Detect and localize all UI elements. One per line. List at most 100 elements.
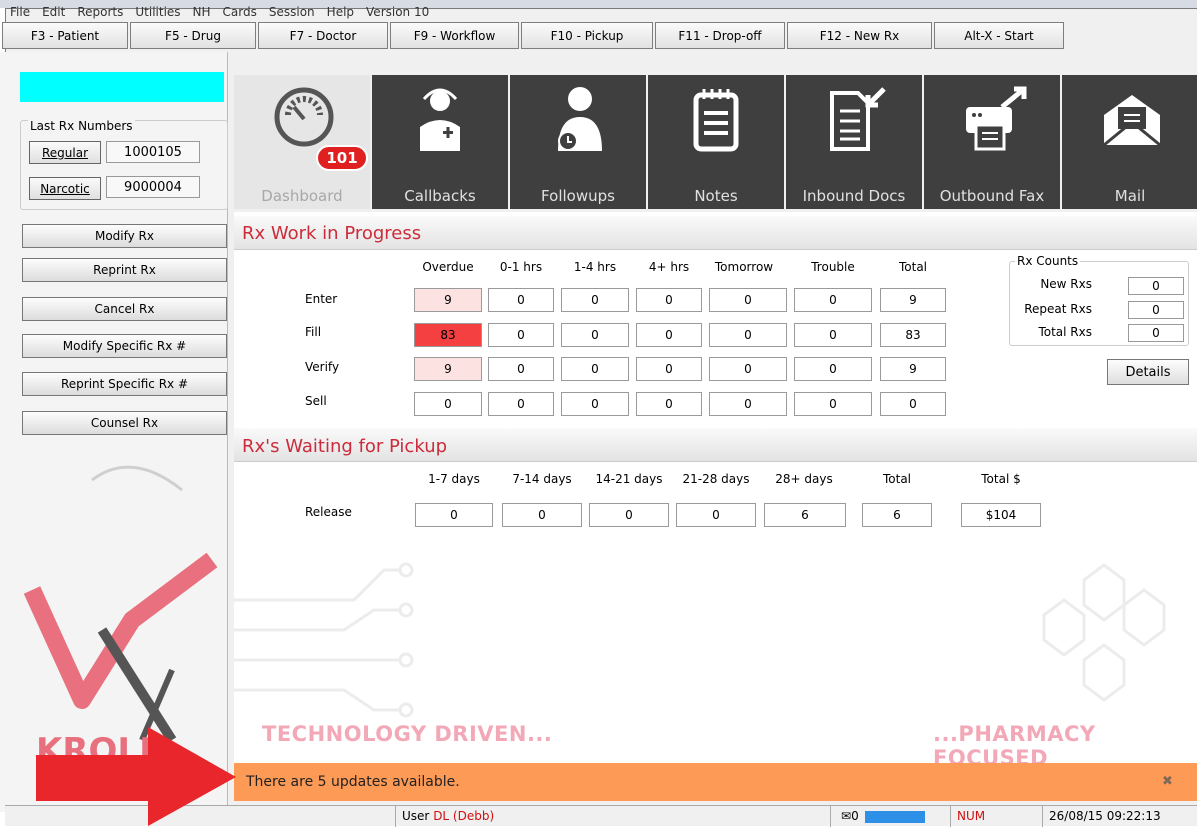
wip-cell[interactable]: 0 (636, 392, 702, 416)
wip-cell[interactable]: 0 (709, 323, 787, 347)
wip-col-header: Overdue (422, 260, 474, 274)
menu-bar: File Edit Reports Utilities NH Cards Ses… (4, 2, 435, 22)
tile-notes[interactable]: Notes (648, 75, 784, 209)
f10-pickup-button[interactable]: F10 - Pickup (521, 22, 653, 49)
menu-cards[interactable]: Cards (217, 2, 263, 22)
pickup-cell[interactable]: 0 (502, 503, 582, 527)
pickup-cell[interactable]: $104 (961, 503, 1041, 527)
wip-cell[interactable]: 9 (880, 288, 946, 312)
rx-counts-title: Rx Counts (1015, 254, 1081, 268)
wip-cell[interactable]: 0 (488, 357, 554, 381)
wip-cell[interactable]: 9 (414, 288, 482, 312)
user-name: DL (Debb) (433, 809, 495, 823)
wip-cell[interactable]: 0 (561, 357, 629, 381)
pickup-cell[interactable]: 6 (764, 503, 846, 527)
wip-cell[interactable]: 0 (709, 392, 787, 416)
alt-x-start-button[interactable]: Alt-X - Start (934, 22, 1064, 49)
f9-workflow-button[interactable]: F9 - Workflow (390, 22, 519, 49)
fax-icon (966, 86, 1027, 151)
new-rxs-value: 0 (1128, 277, 1184, 295)
pickup-cell[interactable]: 0 (589, 503, 669, 527)
f5-drug-button[interactable]: F5 - Drug (130, 22, 256, 49)
counsel-rx-button[interactable]: Counsel Rx (22, 411, 227, 435)
update-message[interactable]: There are 5 updates available. (246, 774, 460, 790)
tile-mail[interactable]: Mail (1062, 75, 1197, 209)
wip-cell[interactable]: 9 (414, 357, 482, 381)
pickup-col-header: 21-28 days (682, 472, 750, 486)
tile-label: Mail (1114, 187, 1146, 205)
wip-col-header: Trouble (811, 260, 855, 274)
wip-cell[interactable]: 0 (414, 392, 482, 416)
cancel-rx-button[interactable]: Cancel Rx (22, 297, 227, 321)
tile-dashboard[interactable]: Dashboard (234, 75, 370, 209)
narcotic-button[interactable]: Narcotic (29, 177, 101, 200)
last-rx-title: Last Rx Numbers (28, 119, 135, 133)
f12-new-rx-button[interactable]: F12 - New Rx (787, 22, 932, 49)
wip-cell[interactable]: 0 (488, 288, 554, 312)
wip-cell[interactable]: 0 (794, 288, 872, 312)
menu-session[interactable]: Session (263, 2, 321, 22)
tile-label: Dashboard (261, 187, 343, 205)
doctor-icon (420, 88, 460, 151)
pickup-cell[interactable]: 0 (415, 503, 493, 527)
total-rxs-label: Total Rxs (1038, 325, 1092, 339)
pickup-col-header: Total (882, 472, 912, 486)
mail-icon: ✉ (841, 809, 852, 823)
document-in-icon (830, 87, 886, 151)
wip-cell[interactable]: 0 (709, 357, 787, 381)
tile-callbacks[interactable]: Callbacks (372, 75, 508, 209)
progress-bar (864, 810, 925, 823)
wip-cell[interactable]: 0 (636, 323, 702, 347)
pickup-cell[interactable]: 0 (676, 503, 756, 527)
wip-cell[interactable]: 0 (561, 323, 629, 347)
wip-cell[interactable]: 0 (636, 288, 702, 312)
wip-cell[interactable]: 0 (561, 392, 629, 416)
total-rxs-value: 0 (1128, 324, 1184, 342)
close-icon[interactable]: ✖ (1162, 774, 1173, 789)
regular-button[interactable]: Regular (29, 141, 101, 164)
wip-cell[interactable]: 83 (414, 323, 482, 347)
modify-rx-button[interactable]: Modify Rx (22, 224, 227, 248)
tile-label: Notes (694, 187, 738, 205)
wip-col-header: 4+ hrs (648, 260, 690, 274)
tile-inbound-docs[interactable]: Inbound Docs (786, 75, 922, 209)
menu-reports[interactable]: Reports (71, 2, 129, 22)
reprint-rx-button[interactable]: Reprint Rx (22, 258, 227, 282)
new-rxs-label: New Rxs (1040, 277, 1092, 291)
dashboard-tiles: Dashboard Callbacks Followups Notes Inbo… (234, 75, 1197, 209)
menu-help[interactable]: Help (321, 2, 360, 22)
tile-outbound-fax[interactable]: Outbound Fax (924, 75, 1060, 209)
wip-cell[interactable]: 0 (488, 392, 554, 416)
envelope-icon (1103, 95, 1161, 147)
menu-edit[interactable]: Edit (36, 2, 71, 22)
patient-search-box[interactable] (20, 72, 224, 102)
modify-specific-rx-button[interactable]: Modify Specific Rx # (22, 334, 227, 358)
f3-patient-button[interactable]: F3 - Patient (2, 22, 128, 49)
pickup-header: Rx's Waiting for Pickup (234, 428, 1197, 462)
f11-dropoff-button[interactable]: F11 - Drop-off (655, 22, 785, 49)
wip-row-label: Fill (305, 325, 322, 339)
f7-doctor-button[interactable]: F7 - Doctor (258, 22, 388, 49)
tile-followups[interactable]: Followups (510, 75, 646, 209)
menu-file[interactable]: File (4, 2, 36, 22)
wip-cell[interactable]: 0 (561, 288, 629, 312)
narcotic-label: Narcotic (40, 181, 90, 196)
wip-cell[interactable]: 0 (636, 357, 702, 381)
wip-cell[interactable]: 0 (794, 357, 872, 381)
mail-count: 0 (851, 809, 859, 823)
wip-cell[interactable]: 0 (488, 323, 554, 347)
wip-cell[interactable]: 0 (880, 392, 946, 416)
menu-utilities[interactable]: Utilities (129, 2, 186, 22)
menu-nh[interactable]: NH (187, 2, 217, 22)
regular-label: Regular (41, 145, 89, 160)
reprint-specific-rx-button[interactable]: Reprint Specific Rx # (22, 372, 227, 396)
wip-cell[interactable]: 83 (880, 323, 946, 347)
repeat-rxs-label: Repeat Rxs (1024, 302, 1092, 316)
pickup-cell[interactable]: 6 (862, 503, 932, 527)
narcotic-rx-number: 9000004 (106, 176, 200, 198)
wip-cell[interactable]: 0 (709, 288, 787, 312)
details-button[interactable]: Details (1107, 359, 1189, 385)
wip-cell[interactable]: 0 (794, 323, 872, 347)
wip-cell[interactable]: 0 (794, 392, 872, 416)
wip-cell[interactable]: 9 (880, 357, 946, 381)
